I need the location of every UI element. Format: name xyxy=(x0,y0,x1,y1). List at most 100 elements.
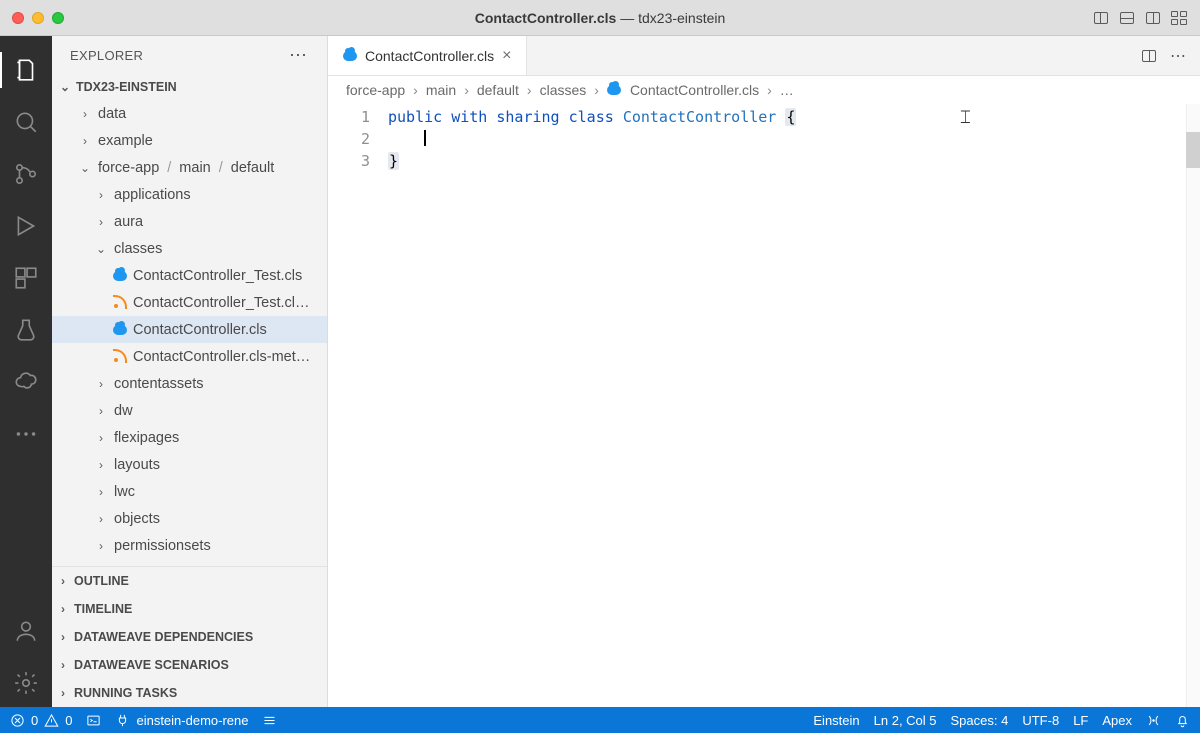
breadcrumb-tail[interactable]: … xyxy=(780,82,794,98)
breadcrumb-item[interactable]: default xyxy=(477,82,519,98)
breadcrumb-item[interactable]: main xyxy=(426,82,456,98)
title-file: ContactController.cls xyxy=(475,10,617,26)
tree-file-controller-meta[interactable]: ContactController.cls-met… xyxy=(52,343,327,370)
apex-file-icon xyxy=(607,83,622,98)
tree-file-controller-cls[interactable]: ContactController.cls xyxy=(52,316,327,343)
code-line[interactable]: } xyxy=(388,150,1200,172)
bell-icon xyxy=(1175,713,1190,728)
explorer-more-icon[interactable]: ⋯ xyxy=(289,46,309,64)
chevron-right-icon: › xyxy=(58,658,68,672)
tree-folder-lwc[interactable]: ›lwc xyxy=(52,478,327,505)
line-gutter: 1 2 3 xyxy=(328,104,388,707)
code-editor[interactable]: 1 2 3 public with sharing class ContactC… xyxy=(328,104,1200,707)
tree-folder-flexipages[interactable]: ›flexipages xyxy=(52,424,327,451)
tree-folder-dw[interactable]: ›dw xyxy=(52,397,327,424)
section-outline[interactable]: ›OUTLINE xyxy=(52,567,327,595)
tab-close-icon[interactable]: × xyxy=(502,47,511,65)
layout-left-icon[interactable] xyxy=(1092,9,1110,27)
scrollbar[interactable] xyxy=(1186,104,1200,707)
section-running-tasks[interactable]: ›RUNNING TASKS xyxy=(52,679,327,707)
tree-folder-permissionsets[interactable]: ›permissionsets xyxy=(52,532,327,559)
activity-search[interactable] xyxy=(0,98,52,146)
status-terminal[interactable] xyxy=(86,713,101,728)
status-eol[interactable]: LF xyxy=(1073,713,1088,728)
layout-bottom-icon[interactable] xyxy=(1118,9,1136,27)
title-layout-controls xyxy=(1092,9,1188,27)
apex-file-icon xyxy=(342,48,357,63)
section-timeline[interactable]: ›TIMELINE xyxy=(52,595,327,623)
tree-folder-data[interactable]: ›data xyxy=(52,100,327,127)
file-tree: ›data ›example ⌄ force-app/ main/ defaul… xyxy=(52,100,327,566)
layout-right-icon[interactable] xyxy=(1144,9,1162,27)
breadcrumb-item[interactable]: classes xyxy=(540,82,587,98)
error-icon xyxy=(10,713,25,728)
activity-explorer[interactable] xyxy=(0,46,52,94)
tree-folder-objects[interactable]: ›objects xyxy=(52,505,327,532)
status-bar: 0 0 einstein-demo-rene Einstein Ln 2, Co… xyxy=(0,707,1200,733)
status-problems[interactable]: 0 0 xyxy=(10,713,72,728)
tab-contactcontroller[interactable]: ContactController.cls × xyxy=(328,36,527,75)
code-lines[interactable]: public with sharing class ContactControl… xyxy=(388,104,1200,707)
tree-file-test-meta[interactable]: ContactController_Test.cl… xyxy=(52,289,327,316)
breadcrumb-item[interactable]: force-app xyxy=(346,82,405,98)
status-menu[interactable] xyxy=(262,713,277,728)
titlebar: ContactController.cls — tdx23-einstein xyxy=(0,0,1200,36)
minimize-window-icon[interactable] xyxy=(32,12,44,24)
chevron-right-icon: › xyxy=(94,215,108,229)
activity-salesforce[interactable] xyxy=(0,358,52,406)
activity-run-debug[interactable] xyxy=(0,202,52,250)
chevron-right-icon: › xyxy=(58,630,68,644)
line-number: 3 xyxy=(328,150,370,172)
split-editor-icon[interactable] xyxy=(1140,47,1158,65)
tree-folder-classes[interactable]: ⌄classes xyxy=(52,235,327,262)
chevron-right-icon: › xyxy=(94,188,108,202)
chevron-right-icon: › xyxy=(58,686,68,700)
code-line[interactable] xyxy=(388,128,1200,150)
tree-folder-forceapp[interactable]: ⌄ force-app/ main/ default xyxy=(52,154,327,181)
tree-folder-contentassets[interactable]: ›contentassets xyxy=(52,370,327,397)
activity-account[interactable] xyxy=(0,607,52,655)
chevron-right-icon: › xyxy=(94,512,108,526)
tree-folder-aura[interactable]: ›aura xyxy=(52,208,327,235)
section-dataweave-dependencies[interactable]: ›DATAWEAVE DEPENDENCIES xyxy=(52,623,327,651)
tree-folder-layouts[interactable]: ›layouts xyxy=(52,451,327,478)
chevron-right-icon: › xyxy=(94,431,108,445)
layout-grid-icon[interactable] xyxy=(1170,9,1188,27)
terminal-icon xyxy=(86,713,101,728)
sidebar-header: EXPLORER ⋯ xyxy=(52,36,327,74)
activity-more-icon[interactable] xyxy=(0,410,52,458)
breadcrumb[interactable]: force-app› main› default› classes› Conta… xyxy=(328,76,1200,104)
status-einstein[interactable]: Einstein xyxy=(813,713,859,728)
tree-file-test-cls[interactable]: ContactController_Test.cls xyxy=(52,262,327,289)
status-feedback[interactable] xyxy=(1146,713,1161,728)
breadcrumb-item[interactable]: ContactController.cls xyxy=(630,82,759,98)
section-dataweave-scenarios[interactable]: ›DATAWEAVE SCENARIOS xyxy=(52,651,327,679)
text-cursor xyxy=(424,130,426,146)
scrollbar-thumb[interactable] xyxy=(1186,132,1200,168)
activity-source-control[interactable] xyxy=(0,150,52,198)
tab-bar: ContactController.cls × ⋯ xyxy=(328,36,1200,76)
warning-icon xyxy=(44,713,59,728)
activity-bar xyxy=(0,36,52,707)
close-window-icon[interactable] xyxy=(12,12,24,24)
status-org[interactable]: einstein-demo-rene xyxy=(115,713,248,728)
chevron-right-icon: › xyxy=(58,602,68,616)
activity-extensions[interactable] xyxy=(0,254,52,302)
project-root[interactable]: ⌄ TDX23-EINSTEIN xyxy=(52,74,327,100)
code-line[interactable]: public with sharing class ContactControl… xyxy=(388,106,1200,128)
tree-folder-example[interactable]: ›example xyxy=(52,127,327,154)
line-number: 1 xyxy=(328,106,370,128)
title-project: tdx23-einstein xyxy=(638,10,725,26)
status-cursor-pos[interactable]: Ln 2, Col 5 xyxy=(874,713,937,728)
maximize-window-icon[interactable] xyxy=(52,12,64,24)
status-language[interactable]: Apex xyxy=(1102,713,1132,728)
activity-settings[interactable] xyxy=(0,659,52,707)
chevron-right-icon: › xyxy=(78,107,92,121)
status-indent[interactable]: Spaces: 4 xyxy=(951,713,1009,728)
status-notifications[interactable] xyxy=(1175,713,1190,728)
activity-testing[interactable] xyxy=(0,306,52,354)
status-encoding[interactable]: UTF-8 xyxy=(1022,713,1059,728)
chevron-right-icon: › xyxy=(58,574,68,588)
editor-more-icon[interactable]: ⋯ xyxy=(1170,46,1188,66)
tree-folder-applications[interactable]: ›applications xyxy=(52,181,327,208)
